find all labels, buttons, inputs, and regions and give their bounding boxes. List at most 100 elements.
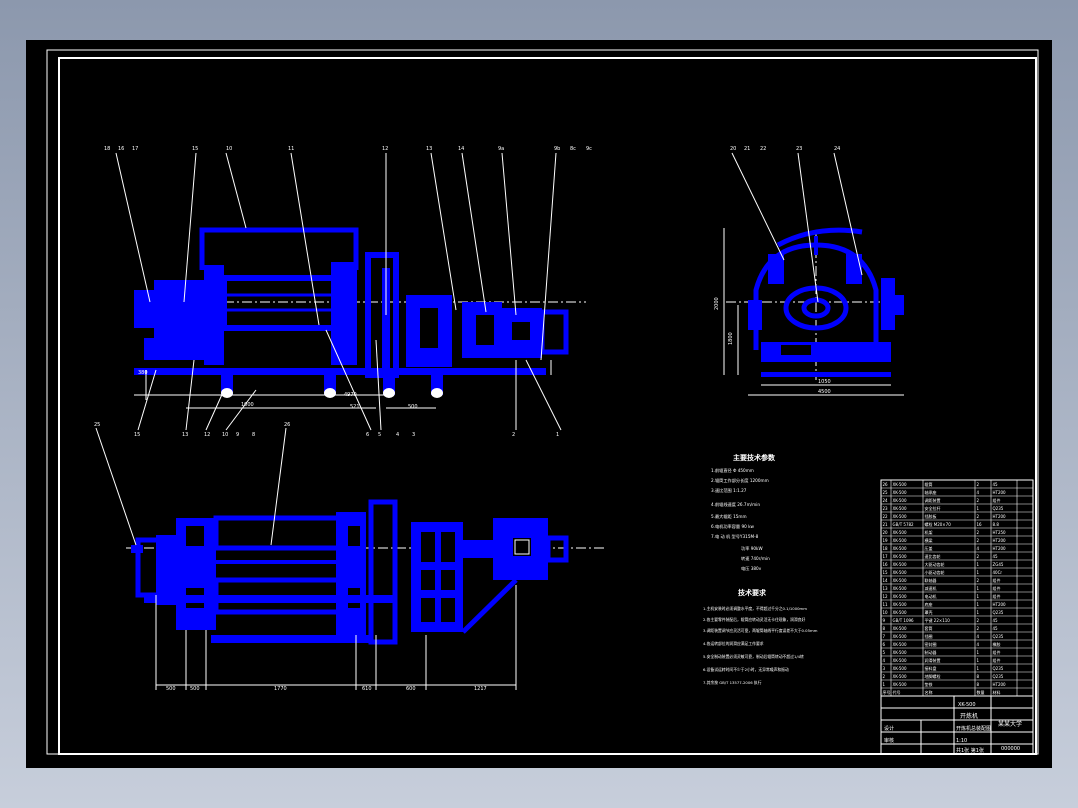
dimension-label: 1800 <box>728 332 734 345</box>
bom-cell: 45 <box>993 554 999 559</box>
bom-cell: XK-500 <box>893 634 907 639</box>
bom-cell: 8.8 <box>993 522 1000 527</box>
bom-cell: XK-500 <box>893 506 907 511</box>
bom-cell: 8 <box>883 626 886 631</box>
callout-label: 9b <box>554 146 560 152</box>
bom-cell: 16 <box>883 562 889 567</box>
bom-cell: 4 <box>977 546 980 551</box>
bom-cell: 1 <box>977 594 980 599</box>
bom-cell: 1 <box>883 682 886 687</box>
callout-label: 13 <box>426 146 432 152</box>
bom-cell: HT200 <box>993 490 1007 495</box>
drawing-subtitle: 开炼机总装配图 <box>956 725 991 732</box>
bom-cell: 13 <box>883 586 889 591</box>
bom-cell: 25 <box>883 490 889 495</box>
bom-cell: XK-500 <box>893 594 907 599</box>
bom-cell: Q235 <box>993 666 1004 671</box>
callout-label: 14 <box>458 146 464 152</box>
dimension-label: 4500 <box>818 389 831 395</box>
bom-cell: 40Cr <box>993 570 1003 575</box>
callout-label: 2 <box>512 432 515 438</box>
bom-cell: 2 <box>977 554 980 559</box>
technical-notes: 主要技术参数 1.前辊直径 Φ 450mm 2.辊筒工作部分长度 1200mm … <box>703 453 818 685</box>
bom-cell: 螺栓 M20×70 <box>925 521 952 527</box>
bom-cell: 地脚螺栓 <box>925 673 941 679</box>
bom-cell: XK-500 <box>893 626 907 631</box>
bom-cell: XK-500 <box>893 666 907 671</box>
callout-label: 12 <box>382 146 388 152</box>
bom-cell: 24 <box>883 498 889 503</box>
bom-cell: 1 <box>977 650 980 655</box>
bom-cell: 23 <box>883 506 889 511</box>
title-block: XK-500 开炼机 开炼机总装配图 某某大学 1:10 共1张 第1张 设计 … <box>880 695 1034 755</box>
param-line: 5.最大辊距 15mm <box>711 513 747 520</box>
param-line: 2.辊筒工作部分长度 1200mm <box>711 477 769 484</box>
dimension-label: 1217 <box>474 686 487 692</box>
bom-cell: Q235 <box>993 634 1004 639</box>
bom-cell: 10 <box>883 610 889 615</box>
bom-cell: Q235 <box>993 506 1004 511</box>
bom-cell: GB/T 1096 <box>893 618 915 623</box>
bom-cell: 接料盘 <box>925 665 937 671</box>
bom-header-cell: 序号 <box>883 689 891 695</box>
bom-cell: XK-500 <box>893 514 907 519</box>
bom-cell: 2 <box>977 498 980 503</box>
bom-cell: 26 <box>883 482 889 487</box>
callout-label: 23 <box>796 146 802 152</box>
bom-cell: 机架 <box>925 529 933 535</box>
bom-cell: 挡圈 <box>925 633 933 639</box>
bom-cell: 组件 <box>993 585 1001 591</box>
dimension-label: 2000 <box>714 297 720 310</box>
dimension-label: 600 <box>406 686 416 692</box>
drawing-sheet: 18 16 17 15 10 11 12 13 14 9a 9b 8c 9c 1… <box>26 40 1052 768</box>
bom-cell: 1 <box>977 570 980 575</box>
bom-cell: XK-500 <box>893 586 907 591</box>
bom-cell: 速比齿轮 <box>925 553 941 559</box>
callout-label: 11 <box>288 146 294 152</box>
bom-cell: XK-500 <box>893 642 907 647</box>
requirement-line: 3.调距装置调节应灵活可靠，两辊筒轴线平行度误差不大于0.05mm <box>703 628 818 633</box>
bom-cell: 15 <box>883 570 889 575</box>
bom-cell: 1 <box>977 562 980 567</box>
bom-cell: 轴承座 <box>925 489 937 495</box>
requirement-line: 6.设备试运转时间不少于2小时，无异常噪声和振动 <box>703 667 789 672</box>
dimension-label: 500 <box>190 686 200 692</box>
bom-header-cell: 数量 <box>977 689 985 695</box>
bom-cell: XK-500 <box>893 610 907 615</box>
param-line: 4.前辊线速度 26.7m/min <box>711 501 760 508</box>
bom-cell: XK-500 <box>893 538 907 543</box>
bom-cell: 4 <box>883 658 886 663</box>
bom-cell: XK-500 <box>893 490 907 495</box>
bom-cell: 6 <box>883 642 886 647</box>
bom-cell: 22 <box>883 514 889 519</box>
bom-cell: HT250 <box>993 530 1007 535</box>
scale: 1:10 <box>956 738 967 744</box>
bom-cell: XK-500 <box>893 482 907 487</box>
dimension-label: 500 <box>166 686 176 692</box>
callout-label: 16 <box>118 146 124 152</box>
bom-cell: 4 <box>977 642 980 647</box>
callout-label: 18 <box>104 146 110 152</box>
bom-cell: HT200 <box>993 514 1007 519</box>
bom-header-cell: 代号 <box>893 689 901 695</box>
callout-label: 12 <box>204 432 210 438</box>
callout-label: 6 <box>366 432 369 438</box>
cad-canvas: 18 16 17 15 10 11 12 13 14 9a 9b 8c 9c 1… <box>46 49 1039 755</box>
param-line: 1.前辊直径 Φ 450mm <box>711 467 754 474</box>
bom-cell: 2 <box>977 514 980 519</box>
bom-cell: 17 <box>883 554 889 559</box>
checker-label: 审核 <box>884 737 894 744</box>
bom-cell: 组件 <box>993 577 1001 583</box>
motor-spec: 电压 380v <box>741 565 762 572</box>
bom-cell: GB/T 5782 <box>893 522 915 527</box>
bom-cell: 45 <box>993 482 999 487</box>
bom-cell: HT200 <box>993 682 1007 687</box>
callout-label: 9a <box>498 146 504 152</box>
parts-list-table: 26 XK-500 辊筒 2 4525 XK-500 轴承座 4 HT20024 XK-500 调距… <box>880 479 1034 697</box>
bom-cell: 9 <box>883 618 886 623</box>
bom-cell: 压盖 <box>925 545 933 551</box>
requirement-line: 5.安全制动装置必须灵敏可靠，制动后辊筒转动不超过1/4转 <box>703 654 804 659</box>
bom-cell: 45 <box>993 618 999 623</box>
bom-cell: 橡胶 <box>993 641 1001 647</box>
params-title: 主要技术参数 <box>733 453 776 462</box>
